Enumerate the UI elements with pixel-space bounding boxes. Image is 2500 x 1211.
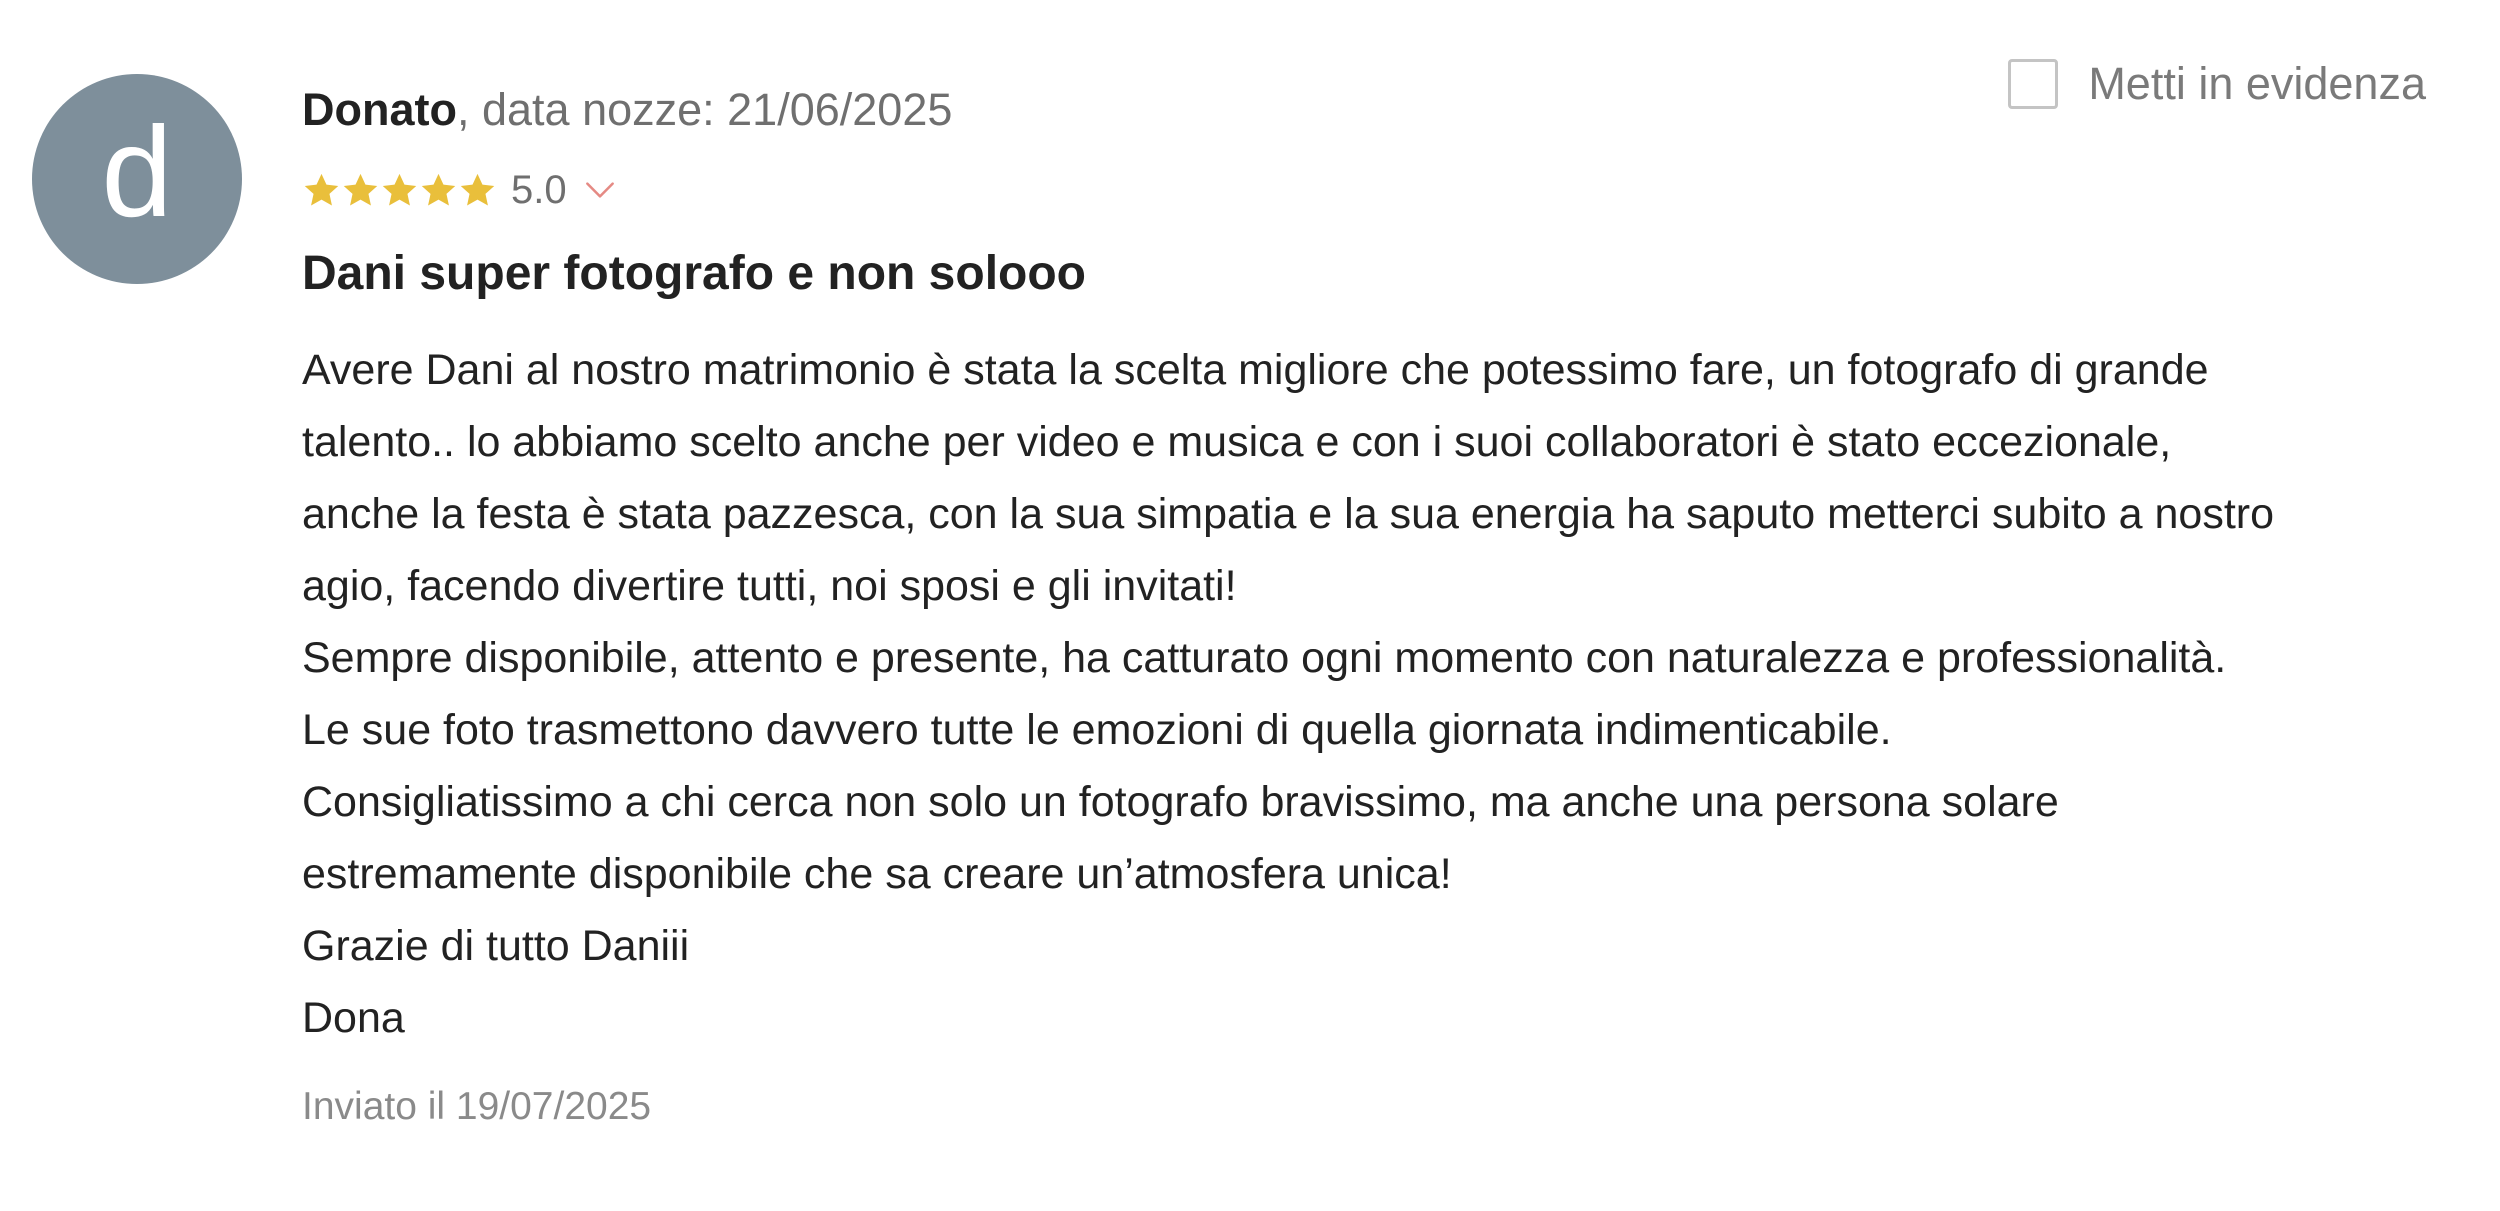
review-body-line: talento.. lo abbiamo scelto anche per vi… — [302, 418, 2172, 466]
review-header: Donato, data nozze: 21/06/2025 — [302, 82, 952, 138]
star-icon — [380, 171, 419, 210]
review-body-line: agio, facendo divertire tutti, noi sposi… — [302, 562, 1237, 610]
rating-row: 5.0 — [302, 166, 619, 214]
review-body-line: Le sue foto trasmettono davvero tutte le… — [302, 706, 1892, 754]
star-icon — [341, 171, 380, 210]
rating-stars — [302, 171, 497, 210]
highlight-toggle[interactable]: Metti in evidenza — [2008, 56, 2426, 112]
review-body-line: Consigliatissimo a chi cerca non solo un… — [302, 778, 2059, 826]
review-body-line: estremamente disponibile che sa creare u… — [302, 850, 1452, 898]
highlight-label[interactable]: Metti in evidenza — [2088, 56, 2426, 112]
review-title: Dani super fotografo e non solooo — [302, 247, 1086, 300]
author-name: Donato — [302, 84, 457, 135]
star-icon — [419, 171, 458, 210]
rating-value: 5.0 — [511, 168, 567, 212]
review-card: d Donato, data nozze: 21/06/2025 Metti i… — [0, 0, 2500, 1211]
star-icon — [302, 171, 341, 210]
sent-date: Inviato il 19/07/2025 — [302, 1085, 652, 1128]
review-body-line: Avere Dani al nostro matrimonio è stata … — [302, 346, 2209, 394]
avatar: d — [32, 74, 242, 284]
star-icon — [458, 171, 497, 210]
review-body-line: Dona — [302, 994, 405, 1042]
avatar-letter: d — [101, 101, 173, 244]
review-body: Avere Dani al nostro matrimonio è stata … — [302, 334, 2482, 1054]
chevron-down-icon[interactable] — [581, 171, 619, 209]
wedding-date: , data nozze: 21/06/2025 — [456, 84, 953, 135]
review-body-line: Grazie di tutto Daniii — [302, 922, 690, 970]
review-body-line: anche la festa è stata pazzesca, con la … — [302, 490, 2274, 538]
highlight-checkbox[interactable] — [2008, 59, 2059, 109]
review-body-line: Sempre disponibile, attento e presente, … — [302, 634, 2227, 682]
